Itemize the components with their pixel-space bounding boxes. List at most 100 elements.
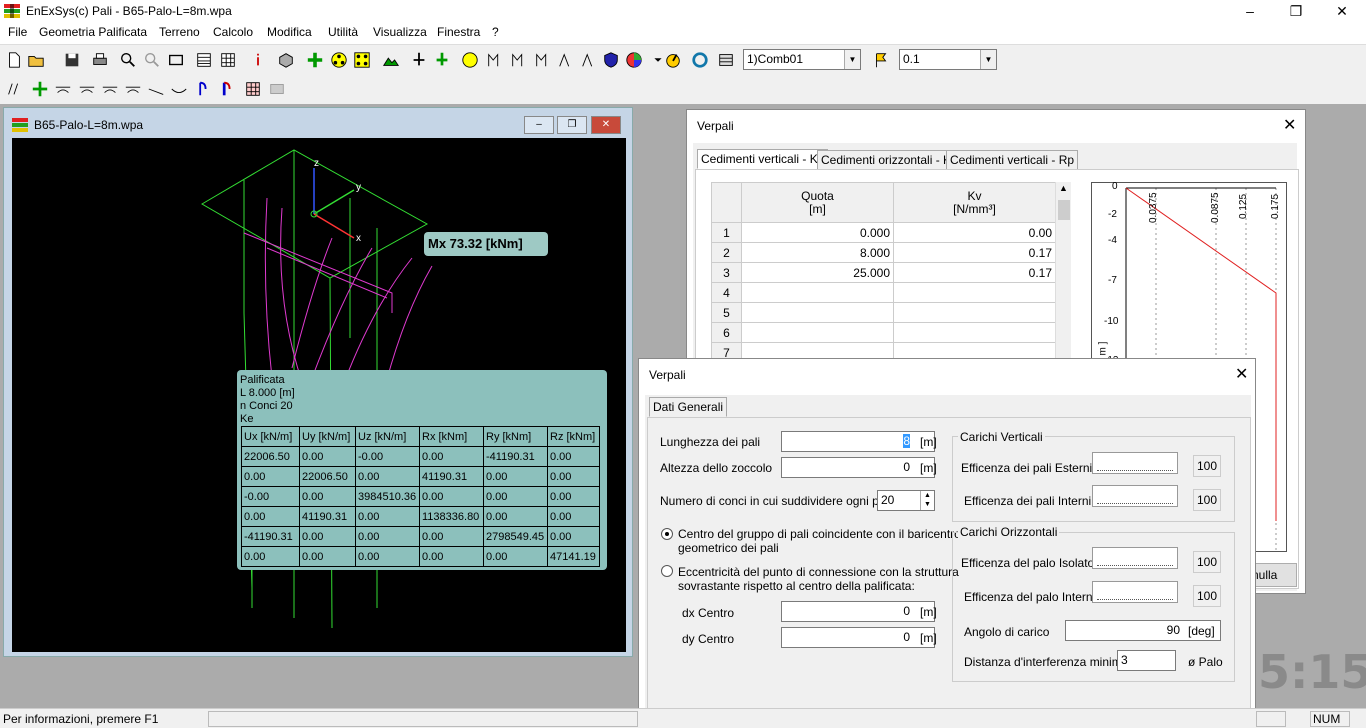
force-icon[interactable] — [432, 50, 452, 70]
open-folder-icon[interactable] — [26, 50, 46, 70]
cell-quota[interactable] — [741, 282, 894, 303]
table-scrollbar[interactable]: ▲ — [1055, 182, 1071, 362]
tab-kv[interactable]: Cedimenti verticali - Kv — [697, 149, 828, 169]
menu-visualizza[interactable]: Visualizza — [373, 25, 427, 39]
cell-quota[interactable] — [741, 322, 894, 343]
cell-quota[interactable] — [741, 302, 894, 323]
table-row[interactable]: 4 — [711, 282, 1056, 303]
restore-button[interactable]: ❐ — [1273, 0, 1319, 22]
stepper-arrows-icon[interactable]: ▲ ▼ — [920, 491, 934, 510]
cell-quota[interactable]: 8.000 — [741, 242, 894, 263]
disabled-tool-icon[interactable] — [267, 79, 287, 99]
tab-kh[interactable]: Cedimenti orizzontali - Kh — [817, 150, 962, 170]
deform-4-icon[interactable] — [123, 79, 143, 99]
menu-utilita[interactable]: Utilità — [328, 25, 358, 39]
cell-quota[interactable]: 25.000 — [741, 262, 894, 283]
print-icon[interactable] — [90, 50, 110, 70]
color-palette-icon[interactable] — [624, 50, 644, 70]
distanza-input[interactable]: 3 — [1117, 650, 1176, 671]
table-row[interactable]: 2 8.000 0.17 — [711, 242, 1056, 263]
cell-kv[interactable]: 0.17 — [893, 242, 1056, 263]
close-icon[interactable]: ✕ — [1283, 115, 1296, 135]
active-view-icon[interactable] — [460, 50, 480, 70]
tab-dati-generali[interactable]: Dati Generali — [649, 397, 728, 417]
cell-kv[interactable] — [893, 302, 1056, 323]
pile-group-square-icon[interactable] — [352, 50, 372, 70]
diagram-5-icon[interactable] — [579, 50, 599, 70]
zoom-out-icon[interactable] — [142, 50, 162, 70]
lunghezza-input[interactable]: 8 — [781, 431, 935, 452]
menu-modifica[interactable]: Modifica — [267, 25, 312, 39]
deform-2-icon[interactable] — [77, 79, 97, 99]
menu-geometria[interactable]: Geometria Palificata — [39, 25, 147, 39]
conci-stepper[interactable]: 20 ▲ ▼ — [877, 490, 935, 511]
eff-esterni-slider[interactable] — [1092, 452, 1178, 474]
load-icon[interactable] — [409, 50, 429, 70]
radio-centro-baricentro[interactable] — [661, 528, 673, 540]
minimize-button[interactable]: – — [1227, 0, 1273, 22]
kv-table[interactable]: Quota [m] Kv [N/mm³] 1 0.000 0.00 2 8.000 0.17… — [711, 182, 1056, 363]
shield-icon[interactable] — [601, 50, 621, 70]
refresh-icon[interactable] — [690, 50, 710, 70]
pile-green-icon[interactable] — [30, 79, 50, 99]
menu-calcolo[interactable]: Calcolo — [213, 25, 253, 39]
combination-icon[interactable] — [716, 50, 736, 70]
bend-blue-icon[interactable] — [192, 79, 212, 99]
save-icon[interactable] — [62, 50, 82, 70]
scrollbar-thumb[interactable] — [1058, 200, 1070, 220]
child-close-button[interactable]: ✕ — [591, 116, 621, 134]
menu-help[interactable]: ? — [492, 25, 499, 39]
solid-view-icon[interactable] — [276, 50, 296, 70]
scale-flag-icon[interactable] — [871, 50, 891, 70]
bend-color-icon[interactable] — [216, 79, 236, 99]
info-icon[interactable] — [248, 50, 268, 70]
zoom-window-icon[interactable] — [166, 50, 186, 70]
calculate-icon[interactable] — [663, 50, 683, 70]
chevron-up-icon[interactable]: ▲ — [1059, 183, 1068, 193]
zoom-in-icon[interactable] — [118, 50, 138, 70]
new-file-icon[interactable] — [4, 50, 24, 70]
child-minimize-button[interactable]: – — [524, 116, 554, 134]
deform-3-icon[interactable] — [100, 79, 120, 99]
altezza-input[interactable]: 0 — [781, 457, 935, 478]
grid-icon[interactable] — [218, 50, 238, 70]
add-pile-icon[interactable] — [305, 50, 325, 70]
chevron-down-icon[interactable]: ▼ — [980, 50, 996, 69]
close-icon[interactable]: ✕ — [1235, 364, 1248, 384]
diagram-1-icon[interactable] — [485, 50, 505, 70]
cell-kv[interactable] — [893, 322, 1056, 343]
combination-select[interactable]: 1)Comb01 ▼ — [743, 49, 861, 70]
close-button[interactable]: ✕ — [1319, 0, 1365, 22]
deform-1-icon[interactable] — [53, 79, 73, 99]
diagram-3-icon[interactable] — [533, 50, 553, 70]
pile-group-triangle-icon[interactable] — [329, 50, 349, 70]
table-row[interactable]: 5 — [711, 302, 1056, 323]
eff-interno-slider[interactable] — [1092, 581, 1178, 603]
terrain-icon[interactable] — [381, 50, 401, 70]
cell-kv[interactable] — [893, 282, 1056, 303]
cell-quota[interactable]: 0.000 — [741, 222, 894, 243]
table-row[interactable]: 6 — [711, 322, 1056, 343]
table-icon[interactable] — [194, 50, 214, 70]
eff-interni-slider[interactable] — [1092, 485, 1178, 507]
radio-eccentricita[interactable] — [661, 565, 673, 577]
scale-select[interactable]: 0.1 ▼ — [899, 49, 997, 70]
tab-rp[interactable]: Cedimenti verticali - Rp — [946, 150, 1079, 170]
diagram-4-icon[interactable] — [556, 50, 576, 70]
menu-finestra[interactable]: Finestra — [437, 25, 480, 39]
table-row[interactable]: 3 25.000 0.17 — [711, 262, 1056, 283]
deform-6-icon[interactable] — [169, 79, 189, 99]
eff-isolato-slider[interactable] — [1092, 547, 1178, 569]
formula-icon[interactable] — [4, 79, 24, 99]
menu-terreno[interactable]: Terreno — [159, 25, 200, 39]
cell-kv[interactable]: 0.17 — [893, 262, 1056, 283]
table-row[interactable]: 1 0.000 0.00 — [711, 222, 1056, 243]
deform-5-icon[interactable] — [146, 79, 166, 99]
diagram-2-icon[interactable] — [509, 50, 529, 70]
chevron-down-icon[interactable]: ▼ — [844, 50, 860, 69]
dy-centro-input[interactable]: 0 — [781, 627, 935, 648]
cell-kv[interactable]: 0.00 — [893, 222, 1056, 243]
dx-centro-input[interactable]: 0 — [781, 601, 935, 622]
menu-file[interactable]: File — [8, 25, 27, 39]
child-restore-button[interactable]: ❐ — [557, 116, 587, 134]
